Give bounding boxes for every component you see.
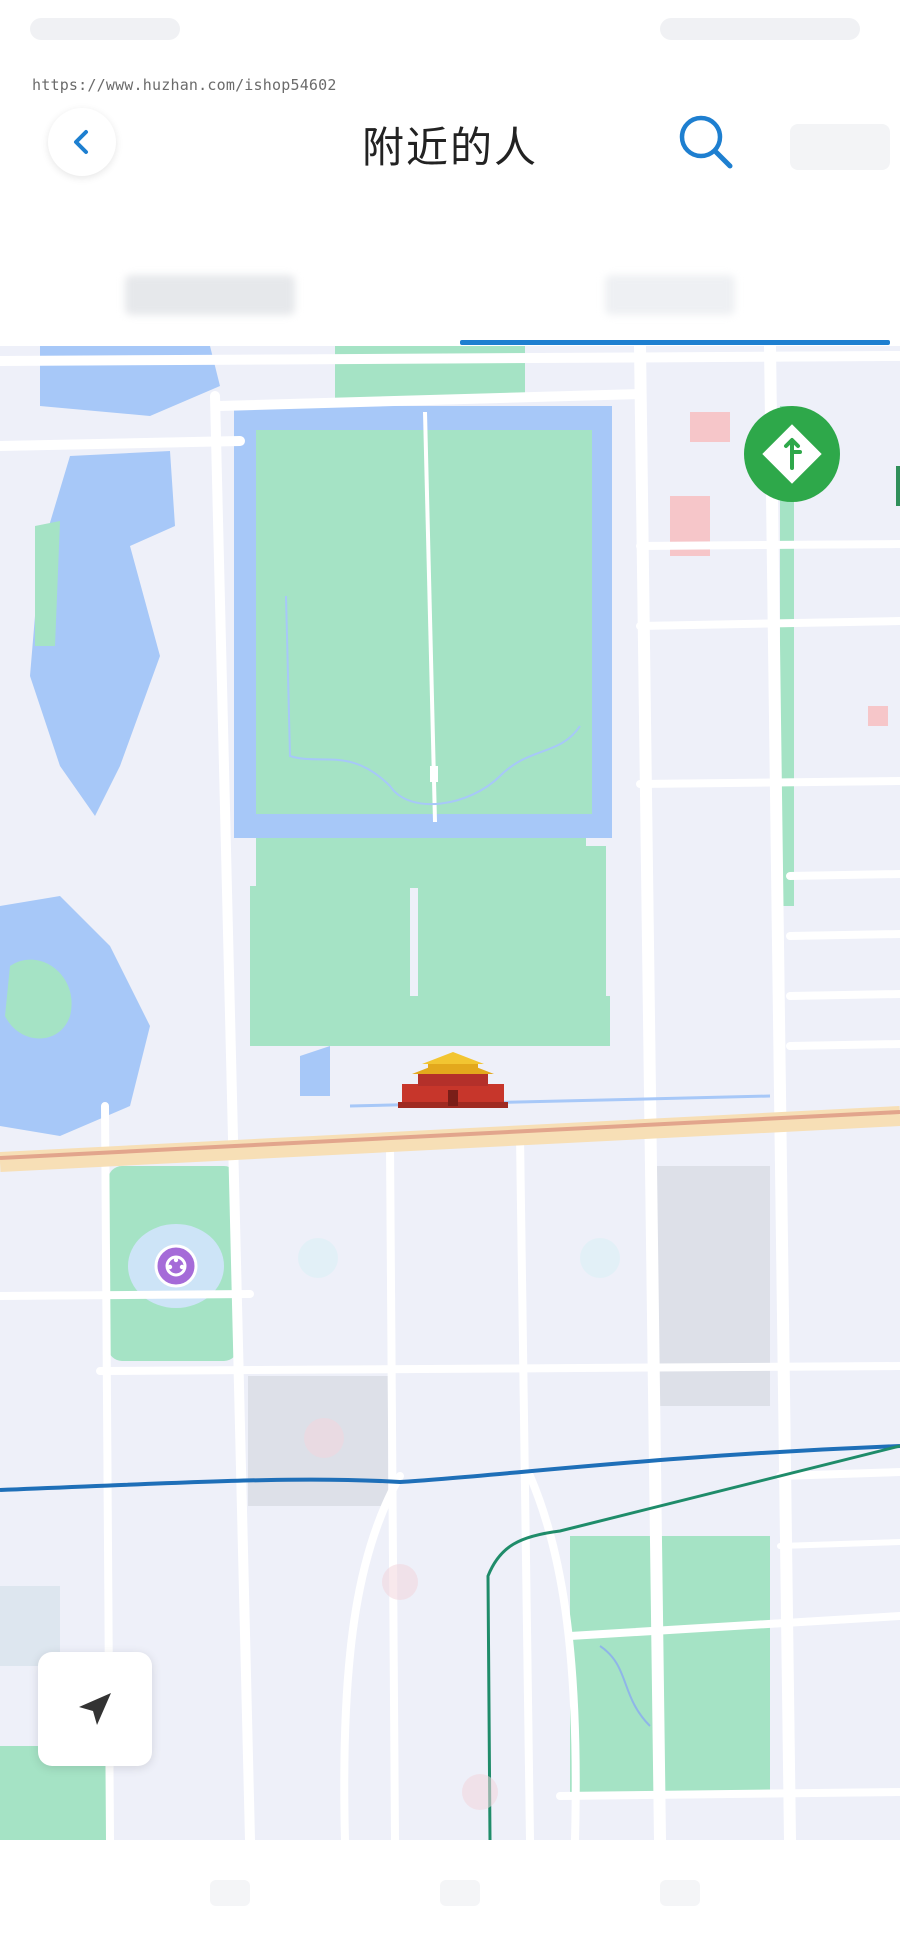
cinema-poi-icon[interactable] <box>154 1244 198 1288</box>
header-right-action[interactable] <box>790 124 890 170</box>
map-compass-button[interactable] <box>742 404 842 504</box>
header: 附近的人 <box>0 100 900 190</box>
bottom-item[interactable] <box>660 1880 700 1906</box>
tab-right[interactable] <box>520 250 820 340</box>
tab-left[interactable] <box>60 250 360 340</box>
map-view[interactable] <box>0 346 900 1840</box>
bottom-item[interactable] <box>440 1880 480 1906</box>
status-bar-left <box>30 18 180 40</box>
search-icon <box>679 115 733 169</box>
locate-me-button[interactable] <box>38 1652 152 1766</box>
tiananmen-icon[interactable] <box>398 1050 508 1110</box>
watermark-url: https://www.huzhan.com/ishop54602 <box>32 76 337 94</box>
search-button[interactable] <box>674 110 738 174</box>
location-arrow-icon <box>79 1693 111 1725</box>
page-title: 附近的人 <box>361 123 538 172</box>
tab-active-indicator <box>460 340 890 345</box>
status-bar-right <box>660 18 860 40</box>
map-compass-icon <box>744 406 840 502</box>
tab-bar <box>0 230 900 350</box>
bottom-bar <box>0 1840 900 1950</box>
bottom-item[interactable] <box>210 1880 250 1906</box>
